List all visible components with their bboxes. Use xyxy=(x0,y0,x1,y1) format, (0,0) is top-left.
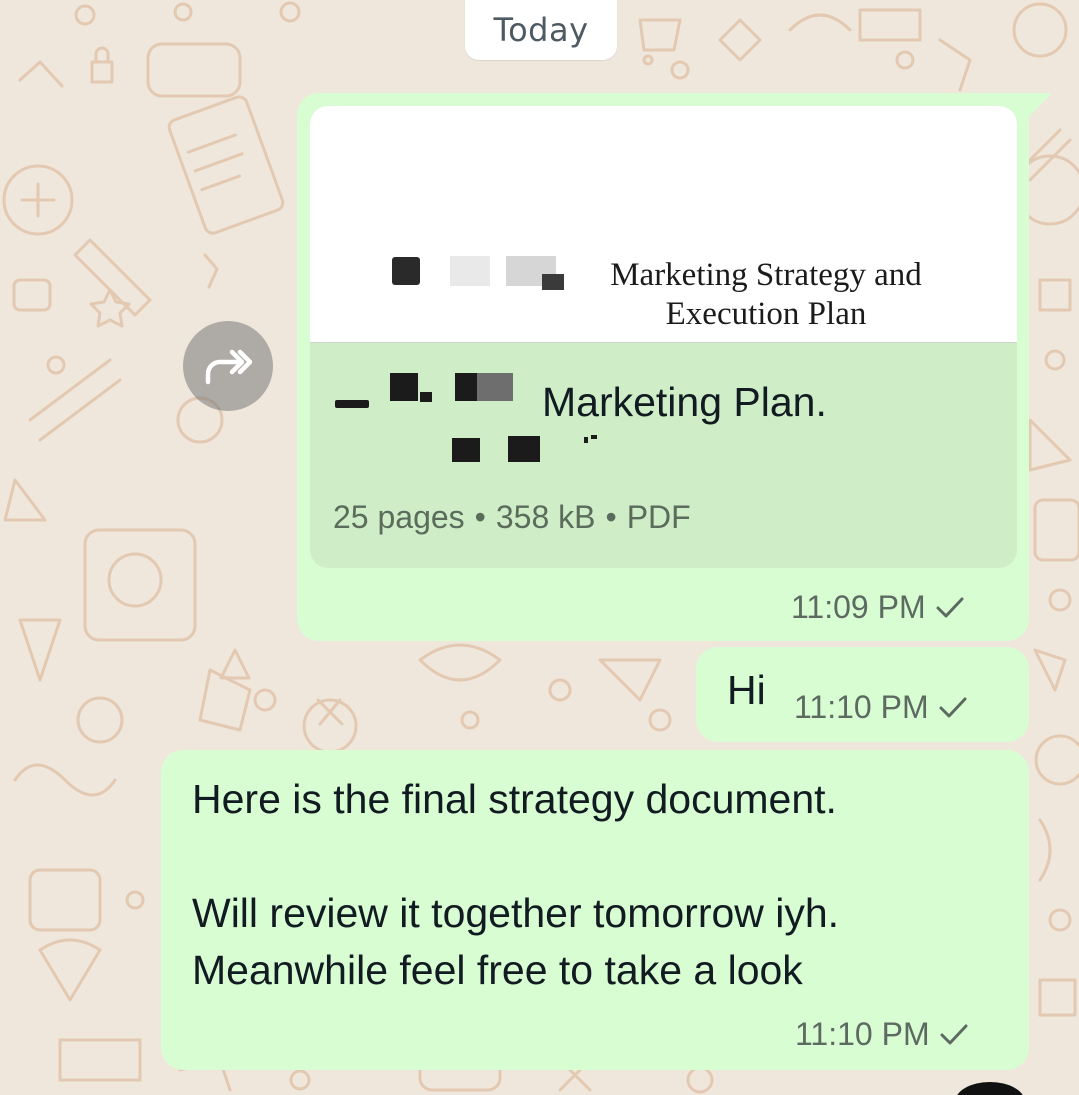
timestamp-text: 11:10 PM xyxy=(795,1016,930,1052)
message-text: Hi xyxy=(727,667,766,713)
message-text: Here is the final strategy document. Wil… xyxy=(192,776,840,993)
timestamp-text: 11:10 PM xyxy=(794,689,929,725)
redacted-block xyxy=(584,437,588,443)
redacted-block xyxy=(335,400,369,408)
single-check-icon xyxy=(939,697,967,717)
document-message-bubble[interactable]: Marketing Strategy and Execution Plan Ma… xyxy=(297,93,1029,641)
message-timestamp: 11:10 PM xyxy=(795,1016,970,1053)
redacted-block xyxy=(392,257,420,285)
redacted-block xyxy=(450,256,490,286)
document-file-name: Marketing Plan. xyxy=(332,377,992,427)
redacted-block xyxy=(452,438,480,462)
redacted-block xyxy=(390,373,418,401)
document-meta: 25 pages • 358 kB • PDF xyxy=(333,499,691,536)
page-count: 25 pages xyxy=(333,499,465,535)
document-preview-thumbnail[interactable]: Marketing Strategy and Execution Plan xyxy=(310,106,1017,343)
file-size: 358 kB xyxy=(495,499,596,535)
timestamp-text: 11:09 PM xyxy=(791,589,926,625)
redacted-block xyxy=(477,373,513,401)
meta-separator: • xyxy=(605,499,617,535)
file-type: PDF xyxy=(626,499,691,535)
redacted-block xyxy=(508,436,540,462)
message-timestamp: 11:09 PM xyxy=(791,589,966,626)
document-preview-title: Marketing Strategy and Execution Plan xyxy=(610,257,922,332)
file-name-text: Marketing Plan. xyxy=(542,379,827,425)
hi-message-bubble[interactable]: Hi 11:10 PM xyxy=(696,647,1029,742)
date-divider: Today xyxy=(465,0,617,60)
strategy-message-bubble[interactable]: Here is the final strategy document. Wil… xyxy=(161,750,1029,1070)
redacted-block xyxy=(420,392,432,402)
forward-icon xyxy=(205,349,252,385)
document-attachment[interactable]: Marketing Strategy and Execution Plan Ma… xyxy=(310,106,1017,568)
meta-separator: • xyxy=(474,499,486,535)
single-check-icon xyxy=(936,597,964,617)
single-check-icon xyxy=(940,1024,968,1044)
bubble-tail xyxy=(1024,93,1052,117)
redacted-block xyxy=(591,435,597,439)
message-timestamp: 11:10 PM xyxy=(794,689,969,726)
forward-button[interactable] xyxy=(183,321,273,411)
redacted-block xyxy=(455,373,477,401)
